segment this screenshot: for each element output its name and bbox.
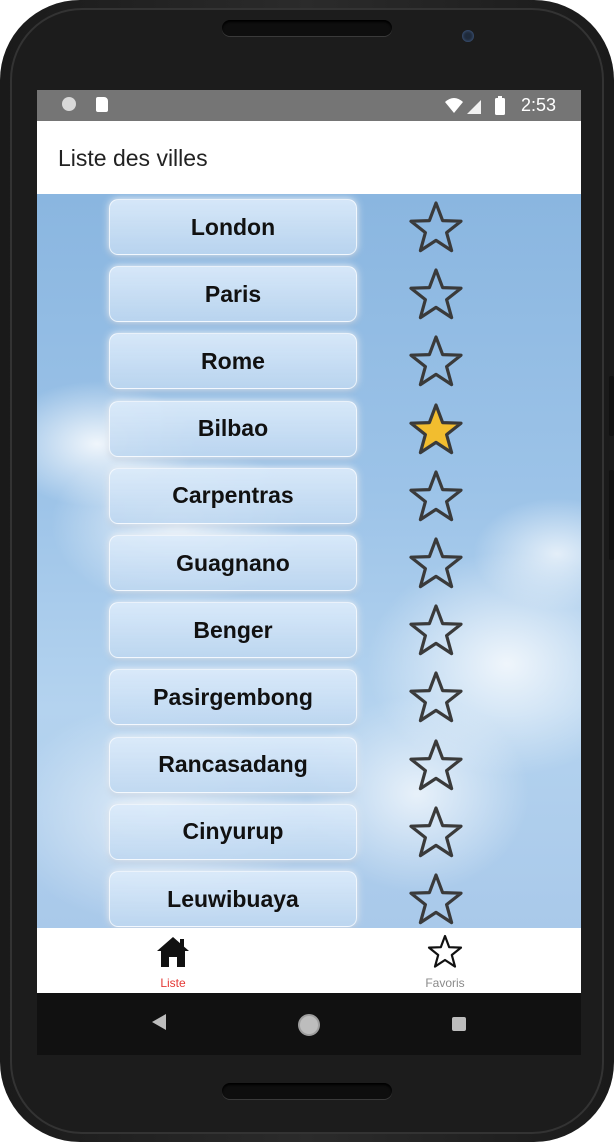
tab-liste[interactable]: Liste <box>37 928 309 993</box>
city-button[interactable]: Leuwibuaya <box>109 871 357 927</box>
sd-card-icon <box>96 97 108 112</box>
city-name: Cinyurup <box>182 818 284 845</box>
volume-button[interactable] <box>609 376 614 436</box>
city-button[interactable]: Cinyurup <box>109 803 357 860</box>
signal-icon <box>467 100 481 114</box>
page-title: Liste des villes <box>58 145 208 171</box>
tab-favoris-label: Favoris <box>425 976 465 990</box>
home-circle-icon[interactable] <box>296 1012 322 1038</box>
bottom-speaker <box>222 1083 392 1099</box>
city-button[interactable]: Carpentras <box>109 467 357 524</box>
list-item: Benger <box>37 600 581 660</box>
star-outline-icon[interactable] <box>407 469 465 525</box>
star-outline-icon[interactable] <box>407 872 465 928</box>
list-item: Leuwibuaya <box>37 869 581 928</box>
list-item: London <box>37 197 581 257</box>
city-name: Rome <box>201 347 265 374</box>
star-outline-icon[interactable] <box>407 536 465 592</box>
star-outline-icon[interactable] <box>407 267 465 323</box>
city-button[interactable]: London <box>109 199 357 255</box>
tab-favoris[interactable]: Favoris <box>309 928 581 993</box>
star-outline-icon[interactable] <box>407 603 465 659</box>
city-button[interactable]: Rome <box>109 333 357 390</box>
phone-frame: 2:53 Liste des villes London Paris Rome Bil… <box>0 0 614 1142</box>
list-item: Cinyurup <box>37 802 581 862</box>
list-item: Bilbao <box>37 399 581 459</box>
star-outline-icon[interactable] <box>407 670 465 726</box>
status-right-icons <box>445 96 505 115</box>
city-name: Benger <box>193 616 273 643</box>
star-outline-icon <box>427 934 463 968</box>
status-time: 2:53 <box>521 95 557 115</box>
city-name: Paris <box>204 280 262 307</box>
list-item: Rome <box>37 331 581 391</box>
list-item: Paris <box>37 264 581 324</box>
list-item: Guagnano <box>37 533 581 593</box>
city-button[interactable]: Pasirgembong <box>109 669 357 726</box>
city-button[interactable]: Rancasadang <box>109 736 357 793</box>
star-outline-icon[interactable] <box>407 334 465 390</box>
recent-apps-icon[interactable] <box>451 1016 467 1032</box>
city-button[interactable]: Guagnano <box>109 535 357 591</box>
city-list[interactable]: London Paris Rome Bilbao Carpentras Guagnano B… <box>37 194 581 928</box>
battery-icon <box>495 98 505 115</box>
star-outline-icon[interactable] <box>407 200 465 256</box>
list-item: Carpentras <box>37 466 581 526</box>
star-outline-icon[interactable] <box>407 805 465 861</box>
city-name: Carpentras <box>172 482 294 509</box>
home-icon <box>157 937 189 967</box>
city-button[interactable]: Paris <box>109 266 357 323</box>
tab-liste-label: Liste <box>160 976 186 990</box>
city-button[interactable]: Bilbao <box>109 400 357 457</box>
back-icon[interactable] <box>150 1012 168 1032</box>
city-name: Rancasadang <box>158 751 308 778</box>
city-name: Pasirgembong <box>153 683 313 710</box>
wifi-icon <box>445 98 463 113</box>
city-name: Guagnano <box>176 549 290 576</box>
power-button[interactable] <box>609 470 614 560</box>
app-bar: Liste des villes <box>37 121 581 195</box>
front-camera <box>462 30 474 42</box>
screen: 2:53 Liste des villes London Paris Rome Bil… <box>37 90 581 993</box>
system-navigation-bar <box>37 993 581 1055</box>
circle-notification-icon <box>62 97 76 111</box>
bottom-navigation: Liste Favoris <box>37 928 581 993</box>
star-filled-icon[interactable] <box>407 402 465 458</box>
city-name: Bilbao <box>197 415 269 442</box>
star-outline-icon[interactable] <box>407 738 465 794</box>
list-item: Rancasadang <box>37 735 581 795</box>
status-bar: 2:53 <box>37 90 581 121</box>
city-name: Leuwibuaya <box>167 885 299 912</box>
top-speaker <box>222 20 392 36</box>
city-name: London <box>190 213 276 240</box>
city-button[interactable]: Benger <box>109 602 357 659</box>
list-item: Pasirgembong <box>37 667 581 727</box>
